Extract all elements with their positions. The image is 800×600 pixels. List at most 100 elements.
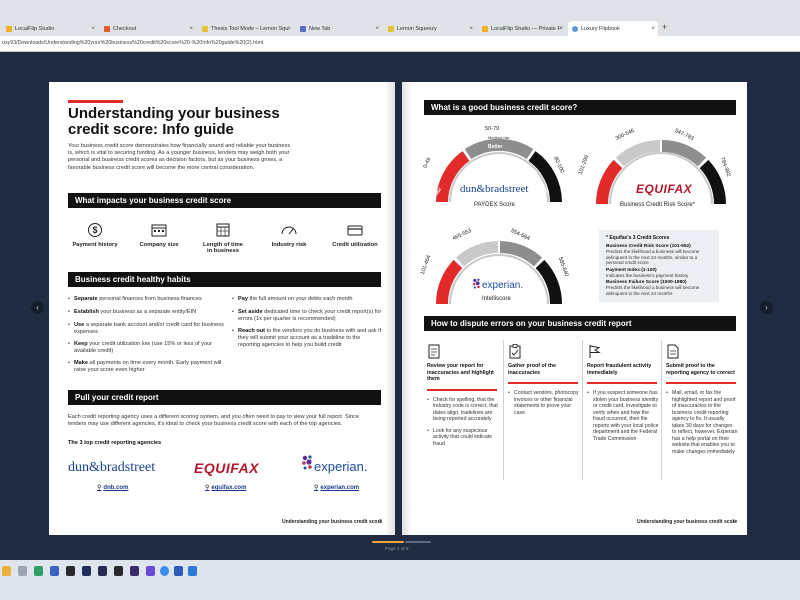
close-icon[interactable]: ×: [559, 26, 563, 32]
right-page: What is a good business credit score? 0-…: [402, 82, 747, 535]
impacts-header: What impacts your business credit score: [68, 193, 381, 208]
calendar-icon: [216, 223, 230, 237]
page-progress-track: [405, 541, 431, 543]
tab-favicon: [104, 25, 110, 32]
habit-item: Separate personal finances from business…: [68, 296, 224, 303]
dispute-header: How to dispute errors on your business c…: [424, 316, 736, 331]
impact-label: Industry risk: [271, 242, 307, 248]
taskbar-app-icon[interactable]: [50, 566, 59, 576]
step-rule: [427, 388, 497, 391]
taskbar-app-icon[interactable]: [146, 566, 155, 576]
tab-favicon: [572, 25, 578, 32]
close-icon[interactable]: ×: [91, 26, 95, 32]
tab-label: Lemon Squeezy: [397, 25, 437, 32]
title-line-2: credit score: Info guide: [68, 121, 234, 138]
tab-favicon: [202, 25, 208, 32]
box-item-desc: Predicts the likelihood a business will …: [606, 285, 700, 296]
impact-length-of-time: Length of time in business: [195, 222, 251, 254]
tab-favicon: [300, 25, 306, 32]
close-icon[interactable]: ×: [287, 26, 291, 32]
experian-dots-icon: [302, 455, 312, 470]
browser-tab-2[interactable]: Checkout ×: [100, 21, 196, 36]
box-item-desc: Predicts the likelihood a business will …: [606, 249, 700, 266]
column-divider: [661, 340, 662, 480]
title-line-1: Understanding your business: [68, 105, 280, 122]
habit-item: Keep your credit utilization low (use 15…: [68, 341, 224, 355]
habit-item: Use a separate bank account and/or credi…: [68, 322, 224, 336]
dispute-step-3: Report fraudulent activity immediately I…: [587, 344, 659, 447]
box-item-desc: Indicates the business's payment history: [606, 272, 689, 278]
dnb-link[interactable]: ⚲ dnb.com: [97, 484, 128, 491]
document-icon: [667, 344, 679, 359]
taskbar-app-icon[interactable]: [66, 566, 75, 576]
taskbar-app-icon[interactable]: [2, 566, 11, 576]
page-indicator: Page 2 of 6: [385, 546, 409, 551]
step-bullet: Contact vendors, photocopy invoices or o…: [508, 390, 580, 416]
taskbar-app-icon[interactable]: [82, 566, 91, 576]
dnb-gauge-logo: dun&bradstreet: [460, 183, 529, 195]
close-icon[interactable]: ×: [651, 26, 655, 32]
taskbar-app-icon[interactable]: [18, 566, 27, 576]
browser-tab-4[interactable]: New Tab ×: [296, 21, 382, 36]
experian-dots-icon: [472, 278, 480, 289]
previous-page-arrow-icon[interactable]: ‹: [31, 301, 44, 314]
experian-link[interactable]: ⚲ experian.com: [314, 484, 359, 491]
column-divider: [503, 340, 504, 480]
equifax-link[interactable]: ⚲ equifax.com: [205, 484, 246, 491]
taskbar-app-icon[interactable]: [34, 566, 43, 576]
impact-industry-risk: Industry risk: [261, 222, 317, 248]
browser-tab-active[interactable]: Luxury Flipbook ×: [568, 21, 658, 36]
step-rule: [666, 382, 736, 384]
page-progress-bar: [372, 541, 404, 543]
page-number: 3: [732, 519, 735, 525]
close-icon[interactable]: ×: [189, 26, 193, 32]
dispute-step-2: Gather proof of the inaccuracies Contact…: [508, 344, 580, 421]
step-bullet: Look for any suspicious activity that co…: [427, 428, 499, 448]
browser-tab-1[interactable]: LocalFlip Studio ×: [2, 21, 98, 36]
taskbar-app-icon[interactable]: [188, 566, 197, 576]
taskbar-app-icon[interactable]: [114, 566, 123, 576]
taskbar-app-icon[interactable]: [130, 566, 139, 576]
tab-label: LocalFlip Studio — Private Flipb...: [491, 25, 561, 32]
browser-tab-6[interactable]: LocalFlip Studio — Private Flipb... ×: [478, 21, 566, 36]
link-icon: ⚲: [314, 485, 319, 491]
step-bullet: If you suspect someone has stolen your b…: [587, 390, 659, 442]
close-icon[interactable]: ×: [469, 26, 473, 32]
tab-label: Thesis Tool Mode – Lemon Squ...: [211, 25, 289, 32]
impact-credit-utilization: Credit utilization: [325, 222, 385, 248]
dollar-icon: $: [88, 223, 102, 237]
step-bullet: Check for spelling, that the industry co…: [427, 397, 499, 423]
step-rule: [587, 382, 657, 384]
habit-item: Make all payments on time every month. E…: [68, 360, 224, 374]
taskbar-app-icon[interactable]: [98, 566, 107, 576]
habit-item: Pay the full amount on your debts each m…: [232, 296, 383, 303]
building-icon: [151, 224, 167, 237]
taskbar-app-icon[interactable]: [174, 566, 183, 576]
pull-report-text: Each credit reporting agency uses a diff…: [68, 414, 359, 427]
next-page-arrow-icon[interactable]: ›: [760, 301, 773, 314]
tab-favicon: [482, 25, 488, 32]
browser-tab-3[interactable]: Thesis Tool Mode – Lemon Squ... ×: [198, 21, 294, 36]
gauge-icon: [281, 226, 297, 235]
step-heading: Gather proof of the inaccuracies: [508, 363, 556, 376]
credit-card-icon: [347, 225, 363, 236]
address-bar[interactable]: oxy93/Downloads/Understanding%20your%20b…: [0, 36, 800, 52]
new-tab-button[interactable]: +: [662, 22, 667, 32]
flag-icon: [589, 345, 601, 358]
impact-payment-history: $ Payment history: [67, 222, 123, 248]
svg-text:$: $: [92, 225, 97, 235]
link-icon: ⚲: [205, 485, 210, 491]
intelliscore-caption: Intelliscore: [482, 296, 511, 302]
browser-tab-bar: LocalFlip Studio × Checkout × Thesis Too…: [0, 0, 800, 36]
segment-label-better: Better: [488, 144, 503, 150]
habits-header: Business credit healthy habits: [68, 272, 381, 287]
browser-tab-5[interactable]: Lemon Squeezy ×: [384, 21, 476, 36]
close-icon[interactable]: ×: [375, 26, 379, 32]
link-icon: ⚲: [97, 485, 102, 491]
taskbar-app-icon[interactable]: [160, 566, 169, 576]
tab-label: Checkout: [113, 25, 137, 32]
tab-favicon: [388, 25, 394, 32]
impact-company-size: Company size: [131, 222, 187, 248]
page-number: 2: [379, 519, 382, 525]
tab-label: LocalFlip Studio: [15, 25, 55, 32]
